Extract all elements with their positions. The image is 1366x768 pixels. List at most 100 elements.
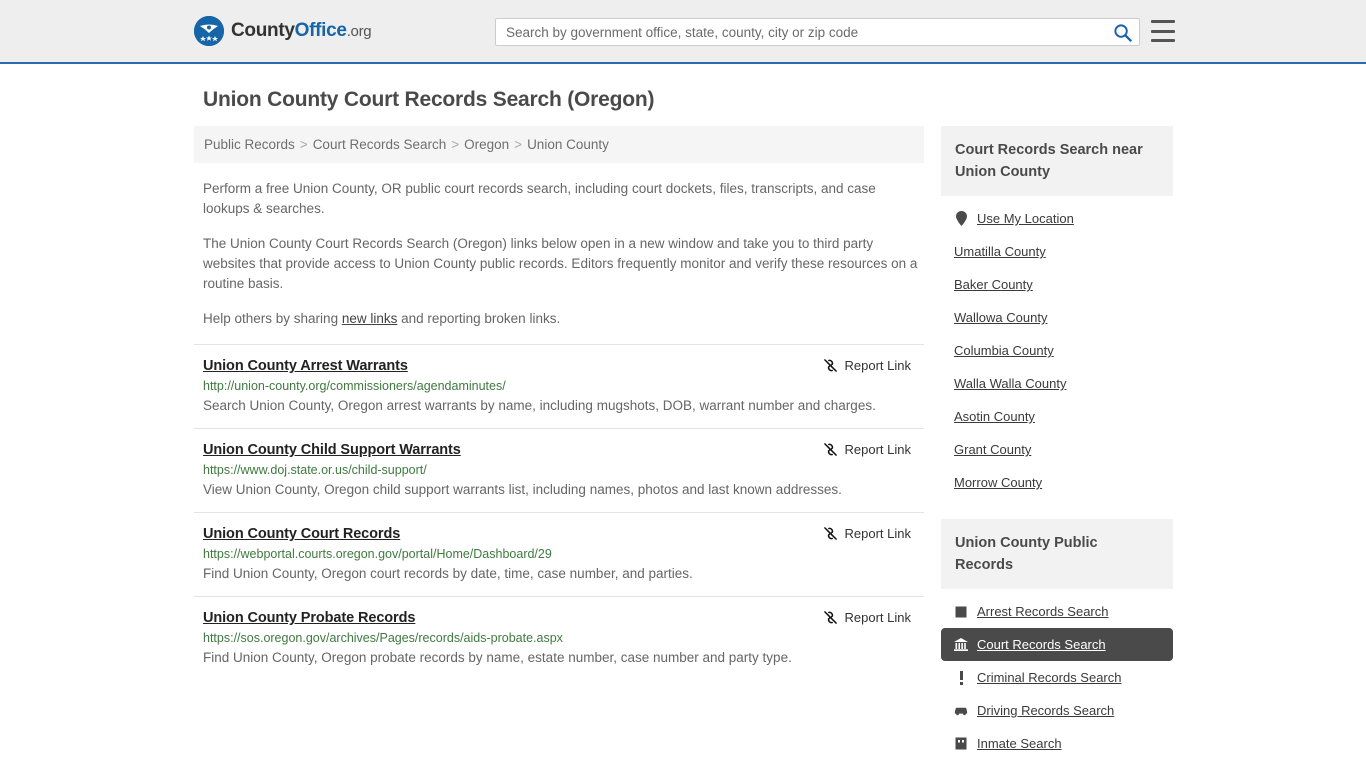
hamburger-bar-2: [1151, 29, 1175, 33]
sidebar-nearby-link[interactable]: Use My Location: [977, 211, 1074, 226]
report-link-button[interactable]: Report Link: [823, 526, 911, 541]
sidebar-public-records-link[interactable]: Court Records Search: [977, 637, 1106, 652]
new-links-link[interactable]: new links: [342, 311, 398, 326]
page-container: Union County Court Records Search (Orego…: [0, 88, 1366, 760]
result-description: View Union County, Oregon child support …: [203, 482, 842, 497]
result-title-link[interactable]: Union County Child Support Warrants: [203, 442, 461, 458]
result-description: Search Union County, Oregon arrest warra…: [203, 398, 876, 413]
breadcrumb-item-2[interactable]: Oregon: [464, 137, 509, 152]
sidebar-public-records-link[interactable]: Inmate Search: [977, 736, 1062, 751]
sidebar-nearby-link[interactable]: Morrow County: [954, 475, 1042, 490]
sidebar-nearby-title: Court Records Search near Union County: [941, 126, 1173, 196]
report-link-label: Report Link: [844, 526, 911, 541]
report-link-label: Report Link: [844, 442, 911, 457]
result-header: Union County Probate Records Report Link: [203, 610, 924, 626]
broken-link-icon: [823, 527, 837, 540]
intro-paragraph-1: Perform a free Union County, OR public c…: [203, 181, 876, 216]
sidebar-item-baker-county[interactable]: Baker County: [941, 268, 1173, 301]
search-icon: [1113, 23, 1132, 42]
sidebar-item-inmate-search[interactable]: Inmate Search: [941, 727, 1173, 760]
sidebar-nearby-link[interactable]: Wallowa County: [954, 310, 1047, 325]
result-description: Find Union County, Oregon probate record…: [203, 650, 792, 665]
breadcrumb-item-1[interactable]: Court Records Search: [313, 137, 447, 152]
intro-text: Perform a free Union County, OR public c…: [194, 179, 924, 329]
breadcrumb: Public Records > Court Records Search > Oreg…: [194, 126, 924, 163]
sidebar-public-records-section: Union County Public Records Arrest Recor…: [941, 519, 1173, 760]
sidebar-item-umatilla-county[interactable]: Umatilla County: [941, 235, 1173, 268]
result-item: Union County Arrest Warrants Report Link…: [194, 344, 924, 428]
sidebar-item-grant-county[interactable]: Grant County: [941, 433, 1173, 466]
sidebar-item-walla-walla-county[interactable]: Walla Walla County: [941, 367, 1173, 400]
site-header: CountyOffice.org: [0, 0, 1366, 64]
main-content: Public Records > Court Records Search > Oreg…: [194, 126, 924, 680]
report-link-button[interactable]: Report Link: [823, 358, 911, 373]
sidebar-nearby-link[interactable]: Umatilla County: [954, 244, 1046, 259]
result-header: Union County Child Support Warrants Repo…: [203, 442, 924, 458]
sidebar-item-asotin-county[interactable]: Asotin County: [941, 400, 1173, 433]
sidebar-public-records-link[interactable]: Arrest Records Search: [977, 604, 1109, 619]
result-description: Find Union County, Oregon court records …: [203, 566, 693, 581]
sidebar-nearby-link[interactable]: Columbia County: [954, 343, 1054, 358]
result-url[interactable]: https://webportal.courts.oregon.gov/port…: [203, 547, 924, 561]
sidebar-item-criminal-records-search[interactable]: Criminal Records Search: [941, 661, 1173, 694]
sidebar-public-records-link[interactable]: Driving Records Search: [977, 703, 1114, 718]
sidebar-item-driving-records-search[interactable]: Driving Records Search: [941, 694, 1173, 727]
sidebar-nearby-section: Court Records Search near Union County U…: [941, 126, 1173, 499]
car-icon: [954, 705, 968, 716]
broken-link-icon: [823, 359, 837, 372]
sidebar-nearby-link[interactable]: Asotin County: [954, 409, 1035, 424]
search-bar: [495, 18, 1140, 46]
report-link-button[interactable]: Report Link: [823, 610, 911, 625]
report-link-button[interactable]: Report Link: [823, 442, 911, 457]
sidebar: Court Records Search near Union County U…: [941, 126, 1173, 760]
broken-link-icon: [823, 443, 837, 456]
report-link-label: Report Link: [844, 610, 911, 625]
county-office-logo-icon: [194, 16, 224, 46]
search-button[interactable]: [1105, 19, 1139, 45]
hamburger-bar-3: [1151, 39, 1175, 42]
content-columns: Public Records > Court Records Search > Oreg…: [194, 126, 1366, 760]
result-url[interactable]: https://www.doj.state.or.us/child-suppor…: [203, 463, 924, 477]
sidebar-item-use-my-location[interactable]: Use My Location: [941, 202, 1173, 235]
intro-paragraph-2: The Union County Court Records Search (O…: [203, 236, 918, 291]
logo-text-county: County: [231, 20, 295, 41]
sidebar-nearby-link[interactable]: Baker County: [954, 277, 1033, 292]
sidebar-public-records-list: Arrest Records Search Court Records Sear…: [941, 589, 1173, 760]
report-link-label: Report Link: [844, 358, 911, 373]
sidebar-public-records-link[interactable]: Criminal Records Search: [977, 670, 1122, 685]
breadcrumb-separator-2: >: [514, 137, 523, 152]
result-title-link[interactable]: Union County Arrest Warrants: [203, 358, 408, 374]
logo-text-office: Office: [294, 20, 347, 41]
breadcrumb-item-3[interactable]: Union County: [527, 137, 609, 152]
result-url[interactable]: https://sos.oregon.gov/archives/Pages/re…: [203, 631, 924, 645]
result-title-link[interactable]: Union County Court Records: [203, 526, 400, 542]
sidebar-item-morrow-county[interactable]: Morrow County: [941, 466, 1173, 499]
sidebar-nearby-link[interactable]: Walla Walla County: [954, 376, 1066, 391]
site-logo[interactable]: CountyOffice.org: [194, 16, 372, 46]
breadcrumb-separator-0: >: [299, 137, 308, 152]
hamburger-menu-icon[interactable]: [1151, 20, 1175, 42]
results-list: Union County Arrest Warrants Report Link…: [194, 344, 924, 680]
breadcrumb-separator-1: >: [451, 137, 460, 152]
exclamation-icon: [954, 670, 968, 685]
intro-paragraph-3: Help others by sharing new links and rep…: [203, 309, 924, 329]
logo-text-org: .org: [346, 23, 372, 40]
result-header: Union County Court Records Report Link: [203, 526, 924, 542]
sidebar-nearby-list: Use My Location Umatilla County Baker Co…: [941, 196, 1173, 499]
result-url[interactable]: http://union-county.org/commissioners/ag…: [203, 379, 924, 393]
courthouse-icon: [954, 638, 968, 651]
sidebar-nearby-link[interactable]: Grant County: [954, 442, 1031, 457]
sidebar-item-arrest-records-search[interactable]: Arrest Records Search: [941, 595, 1173, 628]
intro-p3-before: Help others by sharing: [203, 311, 342, 326]
sidebar-item-columbia-county[interactable]: Columbia County: [941, 334, 1173, 367]
breadcrumb-item-0[interactable]: Public Records: [204, 137, 295, 152]
sidebar-item-court-records-search[interactable]: Court Records Search: [941, 628, 1173, 661]
result-item: Union County Court Records Report Link h…: [194, 512, 924, 596]
sidebar-item-wallowa-county[interactable]: Wallowa County: [941, 301, 1173, 334]
page-title: Union County Court Records Search (Orego…: [203, 88, 655, 111]
intro-p3-after: and reporting broken links.: [397, 311, 561, 326]
result-item: Union County Probate Records Report Link…: [194, 596, 924, 680]
book-icon: [954, 606, 968, 618]
search-input[interactable]: [496, 24, 1105, 40]
result-title-link[interactable]: Union County Probate Records: [203, 610, 415, 626]
